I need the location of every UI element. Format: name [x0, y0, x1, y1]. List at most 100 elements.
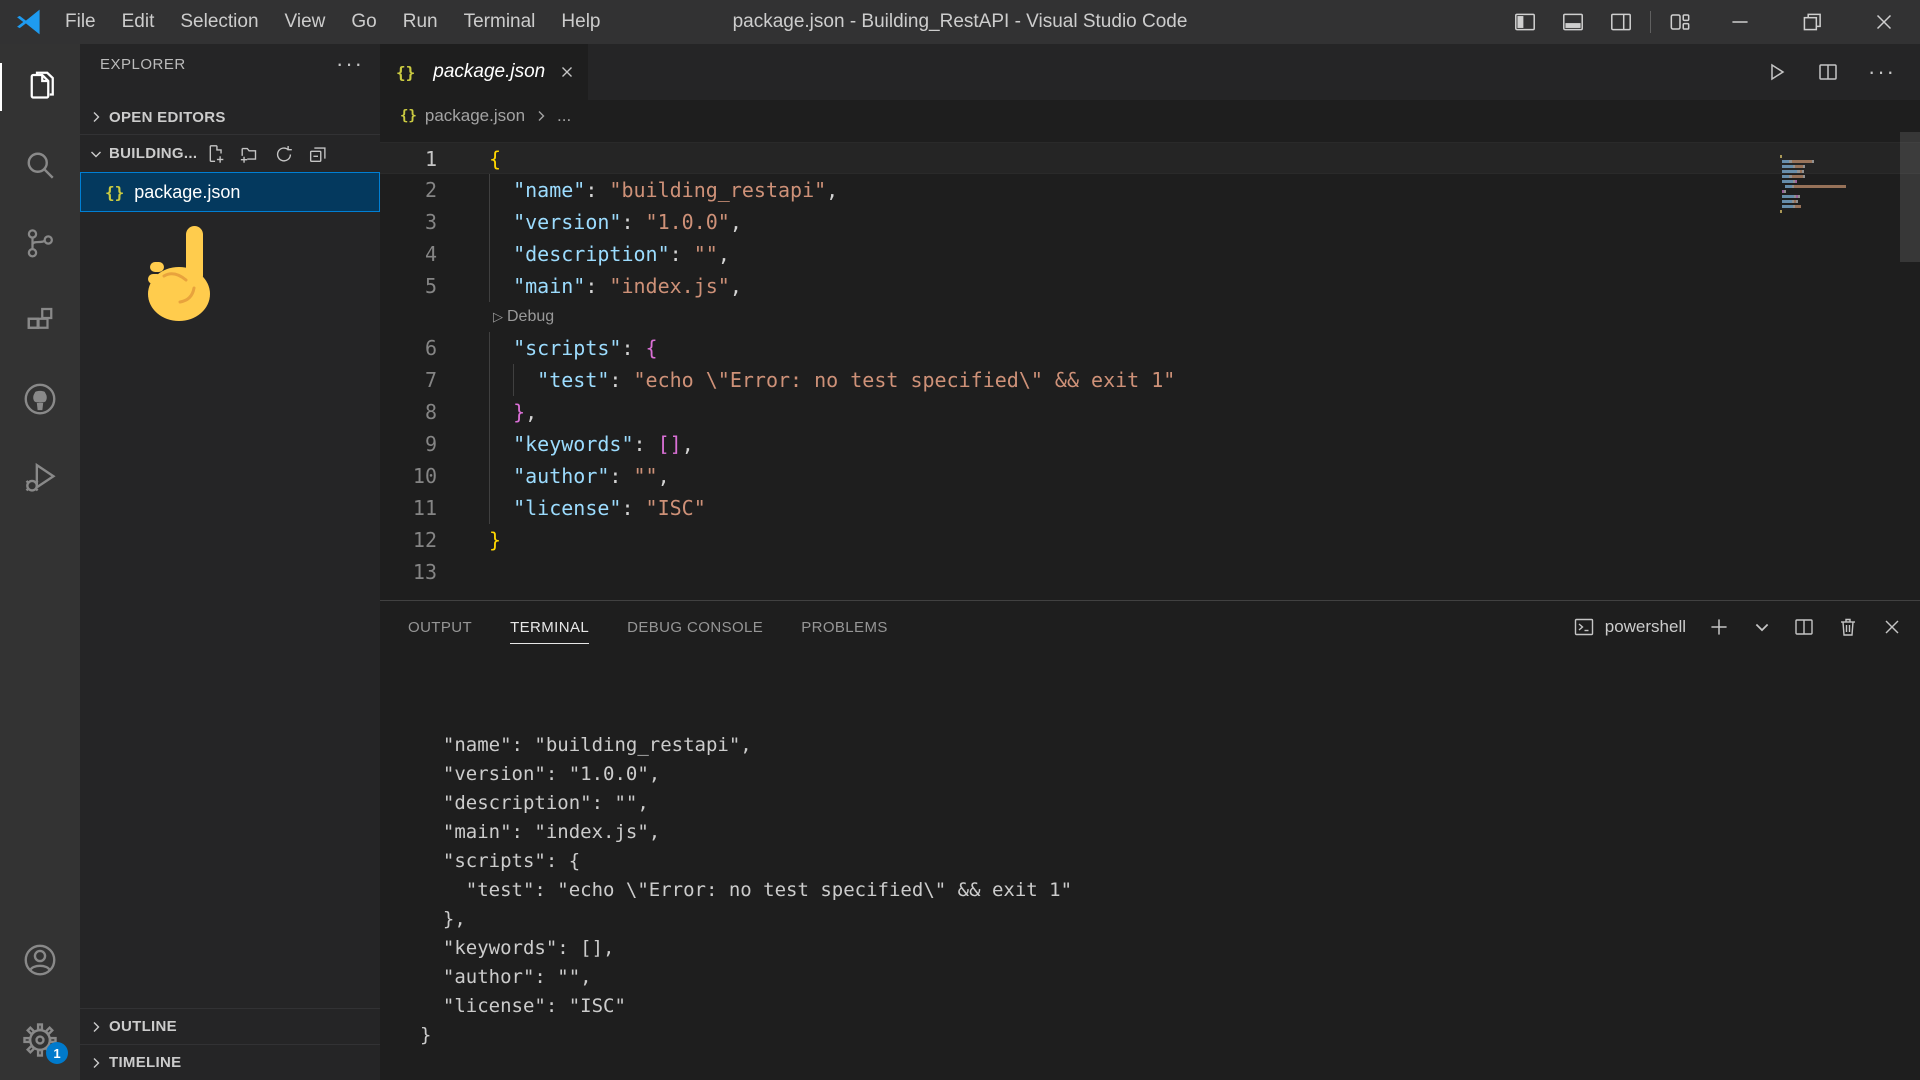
terminal-line: "author": "", — [420, 966, 592, 988]
tab-close-icon[interactable] — [558, 63, 576, 81]
activity-source-control-icon[interactable] — [0, 219, 80, 267]
settings-badge: 1 — [46, 1042, 68, 1064]
sidebar-header: EXPLORER ··· — [80, 44, 380, 84]
menu-file[interactable]: File — [52, 11, 109, 33]
toggle-sidebar-icon[interactable] — [1501, 0, 1549, 44]
new-terminal-icon[interactable] — [1706, 614, 1732, 640]
panel-tabs-container: OUTPUT TERMINAL DEBUG CONSOLE PROBLEMS — [408, 601, 926, 653]
explorer-more-actions-icon[interactable]: ··· — [336, 53, 364, 75]
terminal-dropdown-icon[interactable] — [1752, 617, 1772, 637]
code-line-2[interactable]: 2 "name": "building_restapi", — [380, 174, 1920, 206]
chevron-right-icon — [88, 1055, 104, 1071]
code-text: "description": "", — [489, 238, 730, 270]
titlebar-separator — [1650, 11, 1651, 33]
folder-section-header[interactable]: BUILDING... — [80, 134, 380, 172]
timeline-label: TIMELINE — [109, 1054, 182, 1071]
menu-go[interactable]: Go — [338, 11, 389, 33]
menu-help[interactable]: Help — [548, 11, 613, 33]
menu-edit[interactable]: Edit — [109, 11, 168, 33]
outline-section[interactable]: OUTLINE — [80, 1008, 380, 1044]
code-editor[interactable]: 1{ 2 "name": "building_restapi", 3 "version"… — [380, 132, 1920, 600]
split-editor-icon[interactable] — [1816, 60, 1840, 84]
code-line-11[interactable]: 11 "license": "ISC" — [380, 492, 1920, 524]
terminal-toolbar: powershell — [1572, 614, 1904, 640]
customize-layout-icon[interactable] — [1656, 0, 1704, 44]
panel-tab-bar: OUTPUT TERMINAL DEBUG CONSOLE PROBLEMS powe… — [380, 601, 1920, 653]
code-line-6[interactable]: 6 "scripts": { — [380, 332, 1920, 364]
restore-icon[interactable] — [1776, 0, 1848, 44]
code-text: "name": "building_restapi", — [489, 174, 838, 206]
menu-run[interactable]: Run — [390, 11, 451, 33]
code-line-9[interactable]: 9 "keywords": [], — [380, 428, 1920, 460]
editor-tab-bar: {} package.json ··· — [380, 44, 1920, 100]
accounts-icon[interactable] — [0, 936, 80, 984]
line-number: 9 — [424, 432, 437, 456]
split-terminal-icon[interactable] — [1792, 615, 1816, 639]
panel-tab-problems[interactable]: PROBLEMS — [801, 601, 888, 653]
settings-gear-icon[interactable]: 1 — [0, 1016, 80, 1064]
file-item-package-json[interactable]: {} package.json — [80, 172, 380, 212]
timeline-section[interactable]: TIMELINE — [80, 1044, 380, 1080]
menu-view[interactable]: View — [272, 11, 339, 33]
menu-selection[interactable]: Selection — [167, 11, 271, 33]
code-line-13[interactable]: 13 — [380, 556, 1920, 588]
code-line-8[interactable]: 8}, — [380, 396, 1920, 428]
more-actions-icon[interactable]: ··· — [1868, 59, 1896, 85]
activity-github-icon[interactable] — [0, 375, 80, 423]
code-text: }, — [489, 396, 537, 428]
code-text: "author": "", — [489, 460, 670, 492]
menu-bar: File Edit Selection View Go Run Terminal Help — [52, 0, 614, 44]
code-text: "version": "1.0.0", — [489, 206, 742, 238]
minimize-icon[interactable] — [1704, 0, 1776, 44]
minimap[interactable] — [1780, 142, 1892, 213]
code-line-7[interactable]: 7 "test": "echo \"Error: no test specifie… — [380, 364, 1920, 396]
kill-terminal-icon[interactable] — [1836, 615, 1860, 639]
breadcrumb[interactable]: {} package.json ... — [380, 100, 1920, 132]
open-editors-section[interactable]: OPEN EDITORS — [80, 100, 380, 134]
code-line-12[interactable]: 12} — [380, 524, 1920, 556]
line-number: 3 — [424, 210, 437, 234]
breadcrumb-file[interactable]: package.json — [425, 106, 525, 126]
code-line-5[interactable]: 5 "main": "index.js", — [380, 270, 1920, 302]
activity-extensions-icon[interactable] — [0, 297, 80, 345]
toggle-panel-icon[interactable] — [1549, 0, 1597, 44]
sidebar-title: EXPLORER — [100, 55, 186, 73]
new-folder-icon[interactable] — [239, 143, 261, 165]
tab-package-json[interactable]: {} package.json — [380, 44, 588, 100]
panel-tab-terminal[interactable]: TERMINAL — [510, 601, 590, 653]
activity-run-debug-icon[interactable] — [0, 453, 80, 501]
editor-scrollbar[interactable] — [1900, 132, 1920, 262]
menu-terminal[interactable]: Terminal — [451, 11, 549, 33]
codelens-label: Debug — [507, 308, 555, 325]
activity-explorer-icon[interactable] — [0, 63, 80, 111]
line-number: 11 — [412, 496, 437, 520]
run-icon[interactable] — [1764, 60, 1788, 84]
codelens-debug-link[interactable]: ▷ Debug — [493, 302, 1920, 332]
code-line-1[interactable]: 1{ — [380, 142, 1920, 174]
terminal-output[interactable]: "name": "building_restapi", "version": "… — [380, 653, 1920, 1080]
code-line-4[interactable]: 4 "description": "", — [380, 238, 1920, 270]
codelens-play-icon: ▷ — [493, 309, 503, 324]
close-icon[interactable] — [1848, 0, 1920, 44]
panel-tab-debug-console[interactable]: DEBUG CONSOLE — [627, 601, 763, 653]
code-text: "scripts": { — [489, 332, 658, 364]
code-line-10[interactable]: 10 "author": "", — [380, 460, 1920, 492]
line-number: 6 — [424, 336, 437, 360]
shell-label: powershell — [1604, 617, 1686, 636]
line-number: 12 — [412, 528, 437, 552]
window-controls — [1501, 0, 1920, 44]
close-panel-icon[interactable] — [1880, 615, 1904, 639]
line-number: 2 — [424, 178, 437, 202]
vscode-logo-icon — [14, 7, 44, 37]
toggle-secondary-sidebar-icon[interactable] — [1597, 0, 1645, 44]
panel-tab-output[interactable]: OUTPUT — [408, 601, 472, 653]
code-line-3[interactable]: 3 "version": "1.0.0", — [380, 206, 1920, 238]
breadcrumb-more[interactable]: ... — [557, 106, 571, 126]
pointing-up-emoji — [142, 224, 222, 324]
refresh-icon[interactable] — [273, 143, 295, 165]
collapse-all-icon[interactable] — [307, 143, 329, 165]
terminal-line: }, — [420, 908, 466, 930]
activity-search-icon[interactable] — [0, 141, 80, 189]
shell-selector[interactable]: powershell — [1572, 615, 1686, 639]
new-file-icon[interactable] — [205, 143, 227, 165]
